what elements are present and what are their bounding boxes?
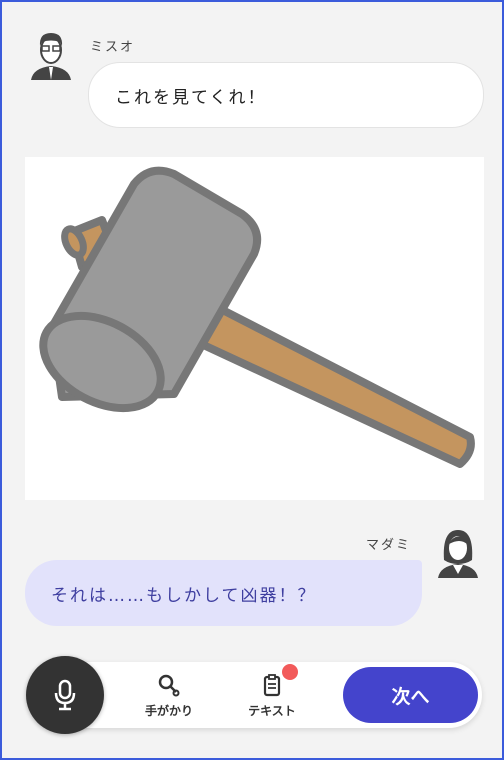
microphone-icon (54, 679, 76, 711)
evidence-image-hammer (25, 157, 484, 500)
clipboard-icon (263, 674, 281, 697)
speaker-name: マダミ (366, 538, 412, 553)
clue-button[interactable]: 手がかり (129, 672, 209, 719)
female-avatar-icon (438, 530, 478, 578)
hammer-icon (39, 166, 475, 468)
notification-badge (282, 664, 298, 680)
clue-label: 手がかり (144, 704, 193, 718)
message-bubble: これを見てくれ！ (88, 62, 484, 128)
speaker-name: ミスオ (90, 40, 136, 55)
message-text: それは……もしかして凶器！？ (51, 585, 317, 606)
male-avatar-icon (31, 33, 71, 80)
text-label: テキスト (248, 704, 296, 718)
next-button[interactable]: 次へ (343, 667, 478, 723)
microphone-button[interactable] (26, 656, 104, 734)
reply-bubble: それは……もしかして凶器！？ (25, 560, 422, 626)
message-text: これを見てくれ！ (115, 87, 267, 108)
text-button[interactable]: テキスト (232, 672, 312, 719)
magnifier-icon (158, 674, 180, 697)
